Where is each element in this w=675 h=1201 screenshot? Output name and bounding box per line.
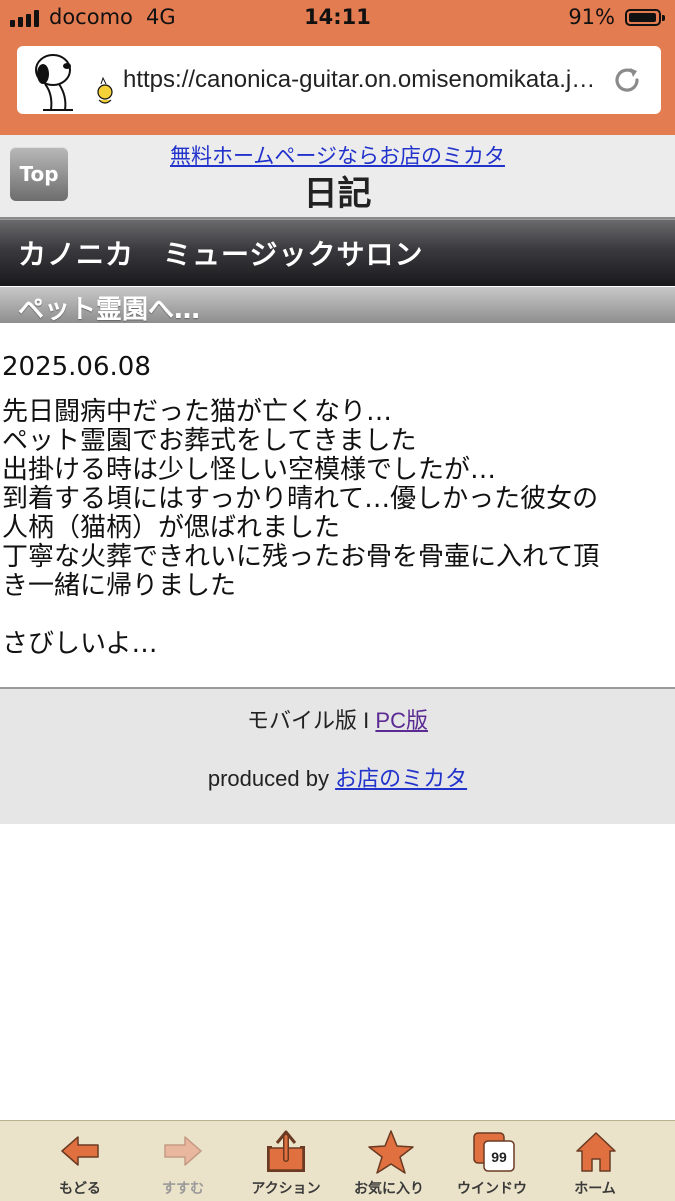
entry-title: ペット霊園へ…	[18, 295, 201, 325]
windows-button[interactable]: 99 ウインドウ	[442, 1121, 542, 1201]
forward-label: すすむ	[162, 1181, 204, 1197]
url-text[interactable]: https://canonica-guitar.on.omisenomikata…	[123, 66, 607, 94]
entry-line: 出掛ける時は少し怪しい空模様でしたが…	[2, 455, 497, 485]
entry-line: 到着する頃にはすっかり晴れて…優しかった彼女の	[2, 484, 599, 514]
address-bar[interactable]: https://canonica-guitar.on.omisenomikata…	[17, 46, 661, 114]
pc-version-link[interactable]: PC版	[375, 708, 428, 733]
battery-percent: 91%	[568, 5, 615, 29]
entry-line: 人柄（猫柄）が偲ばれました	[2, 513, 341, 543]
status-bar: docomo 4G 14:11 91%	[0, 0, 675, 36]
browser-toolbar: もどる すすむ アクション お気に入り 99 ウインドウ ホーム	[0, 1120, 675, 1201]
back-arrow-icon	[61, 1136, 99, 1166]
action-label: アクション	[251, 1181, 321, 1197]
snoopy-avatar-icon	[35, 54, 113, 111]
page-footer: モバイル版 I PC版 produced by お店のミカタ	[0, 687, 675, 824]
action-button[interactable]: アクション	[236, 1121, 336, 1201]
reload-icon[interactable]	[611, 64, 643, 96]
entry-line: ペット霊園でお葬式をしてきました	[2, 426, 417, 456]
separator: I	[363, 708, 370, 733]
battery-icon	[625, 9, 665, 26]
mobile-version-label: モバイル版	[247, 708, 358, 733]
forward-arrow-icon	[164, 1136, 202, 1166]
entry-line: 先日闘病中だった猫が亡くなり…	[2, 397, 393, 427]
star-icon	[368, 1130, 414, 1174]
back-label: もどる	[59, 1181, 101, 1197]
entry-body: 先日闘病中だった猫が亡くなり… ペット霊園でお葬式をしてきました 出掛ける時は少…	[2, 398, 673, 659]
entry-line: 丁寧な火葬できれいに残ったお骨を骨壷に入れて頂	[2, 542, 600, 572]
home-label: ホーム	[574, 1181, 616, 1197]
produced-by-label: produced by	[207, 766, 329, 791]
windows-icon: 99	[473, 1132, 515, 1172]
entry-line	[2, 601, 673, 630]
entry-date: 2025.06.08	[2, 352, 151, 382]
windows-label: ウインドウ	[457, 1181, 527, 1197]
back-button[interactable]: もどる	[30, 1121, 130, 1201]
entry-line: き一緒に帰りました	[2, 571, 237, 601]
home-button[interactable]: ホーム	[545, 1121, 645, 1201]
produced-by-link[interactable]: お店のミカタ	[335, 766, 467, 791]
windows-count-badge: 99	[491, 1149, 507, 1165]
browser-top-bar: docomo 4G 14:11 91% https://canonica-gui…	[0, 0, 675, 135]
share-icon	[267, 1130, 305, 1172]
favorites-button[interactable]: お気に入り	[339, 1121, 439, 1201]
site-name: カノニカ ミュージックサロン	[18, 238, 424, 271]
entry-line: さびしいよ…	[2, 629, 158, 659]
home-icon	[576, 1132, 616, 1172]
produced-by: produced by お店のミカタ	[0, 761, 675, 793]
forward-button[interactable]: すすむ	[133, 1121, 233, 1201]
page-title: 日記	[303, 174, 372, 214]
favorites-label: お気に入り	[354, 1181, 424, 1197]
entry-title-bar: ペット霊園へ…	[0, 287, 675, 325]
site-name-bar: カノニカ ミュージックサロン	[0, 219, 675, 286]
version-switcher: モバイル版 I PC版	[0, 703, 675, 735]
